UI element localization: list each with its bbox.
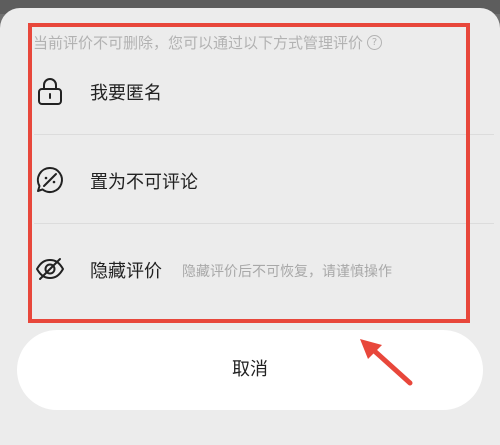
arrow-annotation [360, 339, 413, 386]
highlight-box [28, 23, 470, 323]
